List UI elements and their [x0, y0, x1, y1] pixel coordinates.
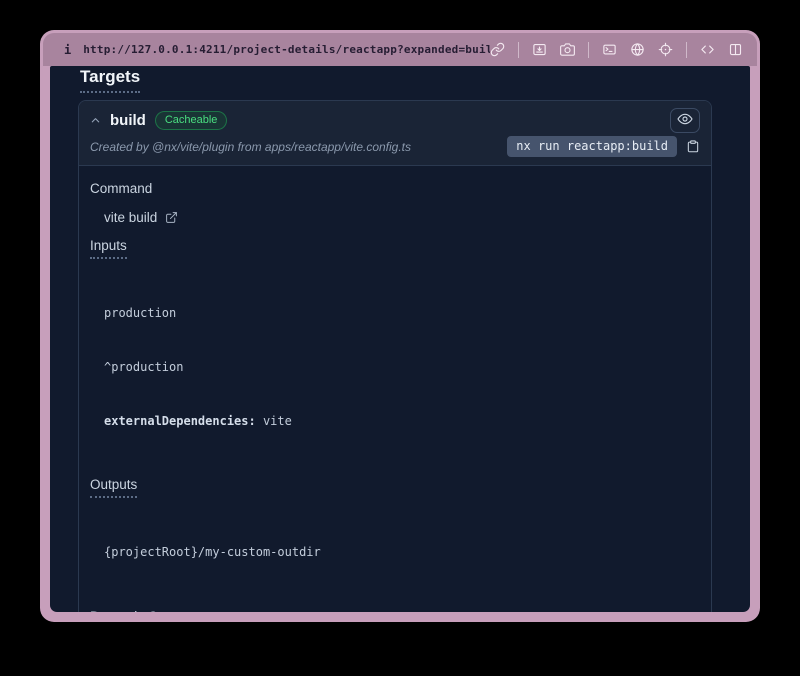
outputs-list: {projectRoot}/my-custom-outdir	[104, 507, 700, 597]
terminal-icon[interactable]	[602, 42, 617, 57]
project-details-page: Targets build Cacheable	[50, 66, 750, 612]
build-target-details: Command vite build Inputs production ^pr…	[79, 166, 711, 612]
download-box-icon[interactable]	[532, 42, 547, 57]
target-card-build: build Cacheable Created by @nx/vite/plug…	[78, 100, 712, 612]
page-title: Targets	[80, 66, 750, 93]
input-item: production	[104, 304, 700, 322]
build-header-row: build Cacheable	[90, 108, 700, 133]
browser-toolbar: i http://127.0.0.1:4211/project-details/…	[43, 33, 757, 66]
cacheable-badge: Cacheable	[155, 111, 228, 130]
outputs-label: Outputs	[90, 477, 700, 498]
chevron-up-icon	[90, 115, 101, 126]
toolbar-actions	[490, 42, 743, 58]
input-item: ^production	[104, 358, 700, 376]
split-view-icon[interactable]	[728, 42, 743, 57]
command-value: vite build	[104, 210, 157, 225]
link-icon[interactable]	[490, 42, 505, 57]
globe-icon[interactable]	[630, 42, 645, 57]
build-header-subrow: Created by @nx/vite/plugin from apps/rea…	[90, 136, 700, 157]
view-target-graph-button[interactable]	[670, 108, 700, 133]
target-name: build	[110, 112, 146, 129]
browser-window: i http://127.0.0.1:4211/project-details/…	[40, 30, 760, 622]
input-item-external-deps: externalDependencies: vite	[104, 412, 700, 430]
camera-icon[interactable]	[560, 42, 575, 57]
toolbar-divider	[518, 42, 519, 58]
created-by-text: Created by @nx/vite/plugin from apps/rea…	[90, 140, 411, 154]
toolbar-divider	[686, 42, 687, 58]
toolbar-divider	[588, 42, 589, 58]
info-icon[interactable]: i	[64, 43, 71, 57]
url-text[interactable]: http://127.0.0.1:4211/project-details/re…	[83, 43, 490, 56]
command-label: Command	[90, 181, 700, 196]
run-command-chip: nx run reactapp:build	[507, 136, 677, 157]
external-deps-key: externalDependencies:	[104, 414, 256, 428]
inputs-label: Inputs	[90, 238, 700, 259]
depends-on-label: Depends On	[90, 609, 700, 612]
external-deps-value: vite	[256, 414, 292, 428]
external-link-icon[interactable]	[165, 211, 178, 224]
targets-heading: Targets	[80, 67, 140, 93]
copy-icon[interactable]	[686, 139, 700, 154]
command-value-row: vite build	[104, 210, 700, 225]
output-item: {projectRoot}/my-custom-outdir	[104, 543, 700, 561]
build-target-header[interactable]: build Cacheable Created by @nx/vite/plug…	[79, 101, 711, 166]
inputs-list: production ^production externalDependenc…	[104, 268, 700, 466]
eye-icon	[677, 111, 693, 130]
crosshair-icon[interactable]	[658, 42, 673, 57]
code-icon[interactable]	[700, 42, 715, 57]
